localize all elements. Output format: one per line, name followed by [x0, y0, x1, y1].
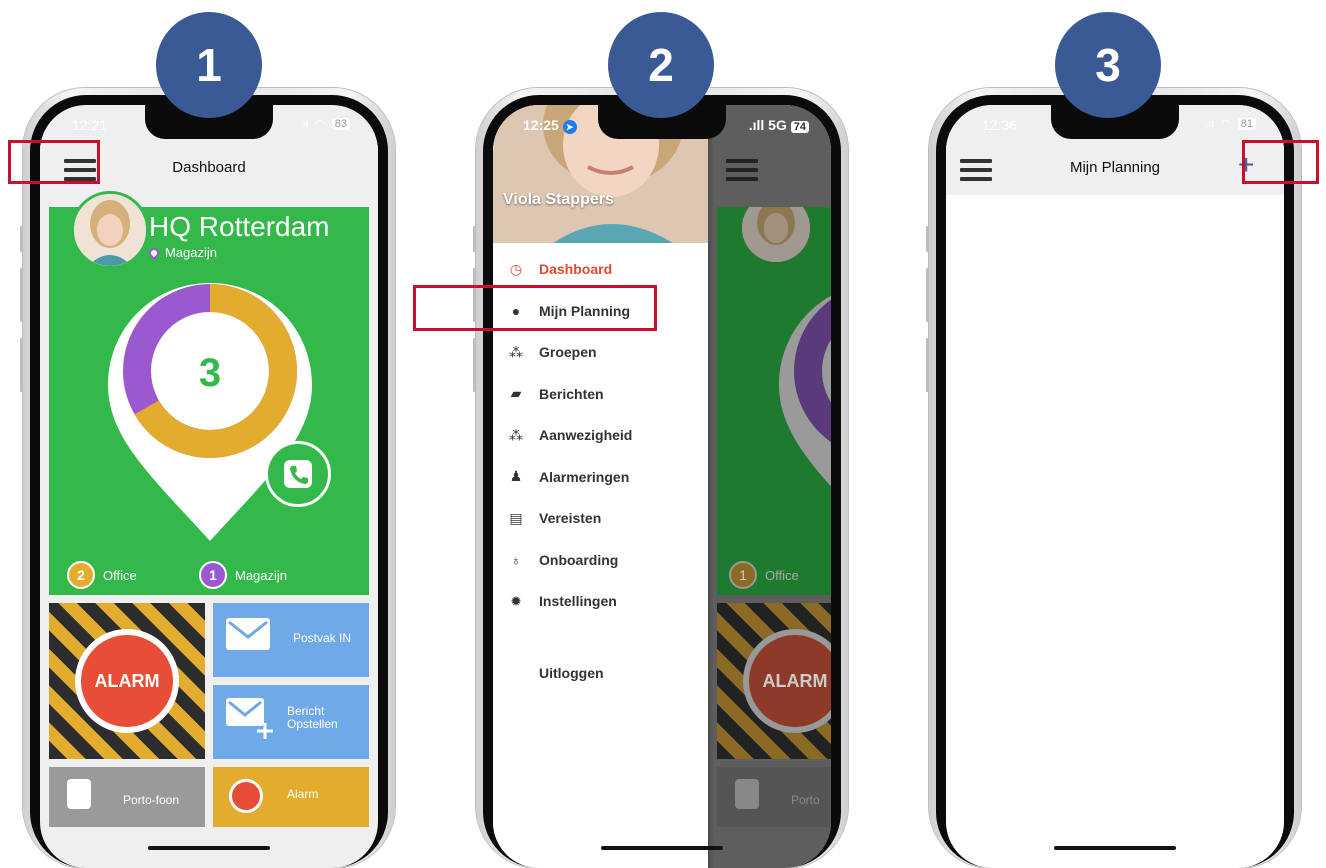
- legend-count: 1: [199, 561, 227, 589]
- wifi-icon: ◠: [1221, 118, 1231, 130]
- signal-icon: .ıl: [299, 118, 309, 130]
- background-dashboard: 1 Office ALARM Porto: [708, 105, 831, 868]
- compose-tile[interactable]: Bericht Opstellen: [213, 685, 369, 759]
- battery-badge: 81: [1237, 118, 1256, 130]
- map-pin-icon: [146, 245, 162, 260]
- alarm-tile[interactable]: ALARM: [49, 603, 205, 759]
- battery-badge: 74: [790, 121, 809, 133]
- alarm-small-label: Alarm: [287, 787, 319, 801]
- phone-3-screen: 12:36 .ıl ◠ 81 Mijn Planning +: [946, 105, 1284, 868]
- group-icon: ⁂: [509, 426, 523, 443]
- menu-item-label: Aanwezigheid: [539, 427, 633, 443]
- bell-icon: ♟: [509, 468, 523, 484]
- wifi-icon: ◠: [315, 118, 325, 130]
- step-badge-2: 2: [608, 12, 714, 118]
- menu-item-onboarding[interactable]: ♁ Onboarding: [493, 540, 708, 580]
- menu-item-vereisten[interactable]: ▤ Vereisten: [493, 498, 708, 538]
- phone-1-screen: 12:21 .ıl ◠ 83 Dashboard HQ Rotterdam Ma…: [40, 105, 378, 868]
- legend-label: Office: [103, 567, 137, 583]
- battery-badge: 83: [331, 118, 350, 130]
- menu-item-berichten[interactable]: ▰ Berichten: [493, 374, 708, 414]
- legend-office: 2 Office: [67, 561, 137, 589]
- bg-alarm-label: ALARM: [762, 670, 828, 691]
- bulb-icon: ♁: [510, 551, 522, 568]
- presence-donut: 3: [108, 283, 312, 541]
- phone-icon: [284, 460, 312, 488]
- menu-item-dashboard[interactable]: ◷ Dashboard: [493, 249, 708, 289]
- signal-icon: .ıll: [748, 117, 765, 133]
- compose-label-2: Opstellen: [287, 717, 338, 731]
- phone-2: 1 Office ALARM Porto Viola Stappers 12:2…: [473, 88, 848, 868]
- alarm-small-tile[interactable]: Alarm: [213, 767, 369, 827]
- menu-item-label: Dashboard: [539, 261, 613, 277]
- legend-label: Magazijn: [235, 567, 288, 583]
- menu-item-label: Berichten: [539, 385, 604, 402]
- alarm-label: ALARM: [94, 670, 160, 691]
- chat-icon: ▰: [510, 385, 522, 401]
- location-arrow-icon: ➤: [562, 120, 577, 134]
- total-count: 3: [199, 351, 221, 395]
- alarm-small-icon: [229, 779, 263, 813]
- phone-3: 12:36 .ıl ◠ 81 Mijn Planning +: [926, 88, 1301, 868]
- bg-legend-count: 1: [729, 561, 757, 589]
- postvak-label: Postvak IN: [292, 631, 351, 645]
- menu-item-aanwezigheid[interactable]: ⁂ Aanwezigheid: [493, 415, 708, 455]
- page-title: Mijn Planning: [1069, 159, 1161, 176]
- phone-1: 12:21 .ıl ◠ 83 Dashboard HQ Rotterdam Ma…: [20, 88, 395, 868]
- avatar: [71, 191, 149, 269]
- sublocation-label: Magazijn: [165, 245, 218, 260]
- postvak-tile[interactable]: Postvak IN: [213, 603, 369, 677]
- highlight-hamburger: [8, 140, 100, 184]
- top-bar: Mijn Planning +: [946, 145, 1284, 195]
- menu-item-label: Onboarding: [539, 551, 619, 568]
- legend-count: 2: [67, 561, 95, 589]
- call-button[interactable]: [265, 441, 331, 507]
- menu-item-instellingen[interactable]: ✹ Instellingen: [493, 581, 708, 621]
- status-time: 12:36: [982, 117, 1018, 133]
- gear-icon: ✹: [510, 592, 522, 609]
- profile-name: Viola Stappers: [503, 191, 614, 208]
- group-icon: ⁂: [509, 343, 523, 360]
- menu-item-label: Alarmeringen: [539, 468, 630, 485]
- signal-icon: .ıl: [1205, 118, 1215, 130]
- list-icon: ▤: [509, 509, 523, 526]
- status-time: 12:21: [72, 117, 108, 133]
- status-time: 12:25: [523, 117, 559, 133]
- compose-mail-icon: [226, 698, 273, 739]
- menu-item-label: Instellingen: [539, 593, 617, 609]
- side-drawer: Viola Stappers 12:25 ➤ ◷ Dashboard ● Mijn P…: [493, 105, 708, 868]
- location-card[interactable]: HQ Rotterdam Magazijn 3 2 Office 1 Magaz…: [49, 191, 369, 595]
- logout-link[interactable]: Uitloggen: [539, 665, 604, 681]
- location-name: HQ Rotterdam: [149, 211, 330, 242]
- mail-icon: [226, 618, 270, 650]
- walkie-talkie-icon: [67, 779, 91, 809]
- step-badge-3: 3: [1055, 12, 1161, 118]
- menu-item-label: Groepen: [539, 344, 597, 360]
- clock-icon: ◷: [509, 260, 523, 277]
- step-badge-1: 1: [156, 12, 262, 118]
- network-label: 5G: [768, 117, 787, 133]
- hamburger-menu-icon[interactable]: [726, 159, 758, 181]
- portofoon-label: Porto-foon: [123, 793, 180, 807]
- menu-item-groepen[interactable]: ⁂ Groepen: [493, 332, 708, 372]
- highlight-add: [1242, 140, 1319, 184]
- highlight-mijn-planning: [413, 285, 657, 331]
- bg-legend-label: Office: [765, 567, 799, 583]
- menu-item-alarmeringen[interactable]: ♟ Alarmeringen: [493, 457, 708, 497]
- phone-2-screen: 1 Office ALARM Porto Viola Stappers 12:2…: [493, 105, 831, 868]
- menu-item-label: Vereisten: [539, 510, 602, 526]
- bg-tile-label: Porto: [791, 793, 820, 807]
- legend-magazijn: 1 Magazijn: [199, 561, 287, 589]
- portofoon-tile[interactable]: Porto-foon: [49, 767, 205, 827]
- alarm-button[interactable]: ALARM: [75, 629, 179, 733]
